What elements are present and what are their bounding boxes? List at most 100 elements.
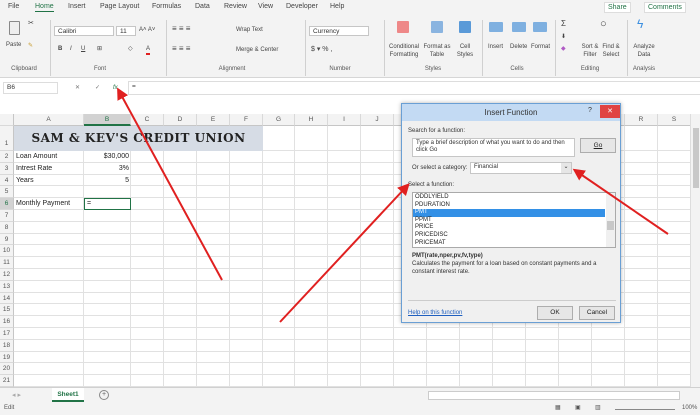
- fill-icon[interactable]: ⬇: [561, 33, 566, 41]
- column-header-E[interactable]: E: [197, 114, 230, 126]
- cell-b2[interactable]: $30,000: [84, 151, 131, 163]
- add-sheet-button[interactable]: +: [99, 390, 109, 400]
- cancel-entry-icon[interactable]: ✕: [75, 84, 80, 92]
- row-header-4[interactable]: 4: [0, 174, 14, 187]
- sort-filter-button[interactable]: Sort & Filter: [580, 43, 600, 59]
- cell-a3[interactable]: Intrest Rate: [14, 163, 84, 175]
- column-header-C[interactable]: C: [131, 114, 164, 126]
- function-list[interactable]: ODDLYIELD PDURATION PMT PPMT PRICE PRICEDISC P…: [412, 192, 616, 248]
- function-list-scrollbar[interactable]: [606, 193, 615, 247]
- merge-center-button[interactable]: Merge & Center: [236, 46, 278, 54]
- row-header-11[interactable]: 11: [0, 257, 14, 269]
- row-header-10[interactable]: 10: [0, 245, 14, 258]
- row-header-21[interactable]: 21: [0, 375, 14, 387]
- prev-sheet-icon[interactable]: ◂ ▸: [12, 391, 21, 399]
- column-header-F[interactable]: F: [230, 114, 263, 126]
- format-button[interactable]: Format: [531, 43, 550, 51]
- column-header-I[interactable]: I: [328, 114, 361, 126]
- row-header-6[interactable]: 6: [0, 198, 14, 210]
- row-header-12[interactable]: 12: [0, 269, 14, 281]
- enter-entry-icon[interactable]: ✓: [95, 84, 100, 92]
- cell-b4[interactable]: 5: [84, 175, 131, 187]
- function-item-pricedisc[interactable]: PRICEDISC: [413, 232, 605, 240]
- column-header-B[interactable]: B: [84, 114, 131, 126]
- row-header-19[interactable]: 19: [0, 351, 14, 364]
- function-item-oddlyield[interactable]: ODDLYIELD: [413, 194, 605, 202]
- normal-view-icon[interactable]: ▦: [555, 404, 561, 411]
- wrap-text-button[interactable]: Wrap Text: [236, 26, 263, 34]
- row-header-9[interactable]: 9: [0, 233, 14, 246]
- name-box[interactable]: B6: [3, 82, 58, 94]
- function-item-pmt[interactable]: PMT: [413, 209, 605, 217]
- tab-view[interactable]: View: [258, 3, 273, 10]
- row-header-16[interactable]: 16: [0, 316, 14, 328]
- column-header-H[interactable]: H: [295, 114, 328, 126]
- share-button[interactable]: Share: [604, 2, 631, 13]
- function-item-pduration[interactable]: PDURATION: [413, 202, 605, 210]
- font-size-select[interactable]: 11: [116, 26, 136, 36]
- horizontal-scrollbar[interactable]: [428, 391, 680, 400]
- tab-page-layout[interactable]: Page Layout: [100, 3, 139, 10]
- row-header-15[interactable]: 15: [0, 304, 14, 317]
- row-header-5[interactable]: 5: [0, 186, 14, 199]
- cancel-button[interactable]: Cancel: [579, 306, 615, 320]
- vertical-scrollbar[interactable]: [690, 114, 700, 387]
- column-header-A[interactable]: A: [14, 114, 84, 126]
- borders-icon[interactable]: ⊞: [97, 45, 102, 53]
- tab-developer[interactable]: Developer: [286, 3, 318, 10]
- cell-a6[interactable]: Monthly Payment: [14, 198, 84, 210]
- function-item-price[interactable]: PRICE: [413, 224, 605, 232]
- row-header-1[interactable]: 1: [0, 126, 14, 151]
- tab-formulas[interactable]: Formulas: [152, 3, 181, 10]
- autosum-icon[interactable]: Σ: [561, 20, 566, 28]
- align-top-icon[interactable]: ≡ ≡ ≡: [172, 25, 190, 33]
- column-header-S[interactable]: S: [658, 114, 690, 126]
- column-header-J[interactable]: J: [361, 114, 394, 126]
- align-left-icon[interactable]: ≡ ≡ ≡: [172, 45, 190, 53]
- cell-b6-active[interactable]: =: [84, 198, 131, 210]
- paste-button[interactable]: Paste: [6, 41, 21, 49]
- ok-button[interactable]: OK: [537, 306, 573, 320]
- row-header-3[interactable]: 3: [0, 162, 14, 175]
- format-painter-icon[interactable]: ✎: [28, 42, 33, 50]
- italic-button[interactable]: I: [70, 45, 72, 53]
- tab-data[interactable]: Data: [195, 3, 210, 10]
- column-header-G[interactable]: G: [263, 114, 295, 126]
- select-all-button[interactable]: [0, 114, 14, 126]
- function-search-input[interactable]: Type a brief description of what you wan…: [412, 138, 575, 157]
- insert-button[interactable]: Insert: [488, 43, 503, 51]
- tab-insert[interactable]: Insert: [68, 3, 86, 10]
- row-header-7[interactable]: 7: [0, 210, 14, 222]
- row-header-13[interactable]: 13: [0, 280, 14, 293]
- accounting-icon[interactable]: $ ▾ % ,: [311, 46, 332, 54]
- comments-button[interactable]: Comments: [644, 2, 686, 13]
- bold-button[interactable]: B: [58, 45, 62, 53]
- cut-icon[interactable]: ✂: [28, 20, 34, 28]
- title-cell[interactable]: SAM & KEV'S CREDIT UNION: [14, 126, 263, 151]
- underline-button[interactable]: U: [81, 45, 85, 53]
- cell-a2[interactable]: Loan Amount: [14, 151, 84, 163]
- row-header-8[interactable]: 8: [0, 221, 14, 234]
- column-header-D[interactable]: D: [164, 114, 197, 126]
- function-item-pricemat[interactable]: PRICEMAT: [413, 240, 605, 247]
- formula-input[interactable]: =: [128, 81, 700, 95]
- row-header-20[interactable]: 20: [0, 363, 14, 376]
- find-select-button[interactable]: Find & Select: [600, 43, 622, 59]
- column-header-R[interactable]: R: [625, 114, 658, 126]
- fill-color-icon[interactable]: ◇: [128, 45, 133, 53]
- grow-font-icon[interactable]: A˄ A˅: [139, 26, 155, 34]
- page-break-view-icon[interactable]: ▥: [595, 404, 601, 411]
- tab-help[interactable]: Help: [330, 3, 344, 10]
- row-header-18[interactable]: 18: [0, 339, 14, 352]
- function-item-ppmt[interactable]: PPMT: [413, 217, 605, 225]
- tab-file[interactable]: File: [8, 3, 19, 10]
- conditional-formatting-button[interactable]: Conditional Formatting: [386, 43, 422, 59]
- number-format-select[interactable]: Currency: [309, 26, 369, 36]
- delete-button[interactable]: Delete: [510, 43, 527, 51]
- close-button[interactable]: ✕: [600, 105, 620, 118]
- row-header-17[interactable]: 17: [0, 328, 14, 340]
- insert-function-button[interactable]: fx: [113, 84, 118, 92]
- help-on-function-link[interactable]: Help on this function: [408, 310, 462, 316]
- cell-a4[interactable]: Years: [14, 175, 84, 187]
- help-icon[interactable]: ?: [588, 107, 592, 114]
